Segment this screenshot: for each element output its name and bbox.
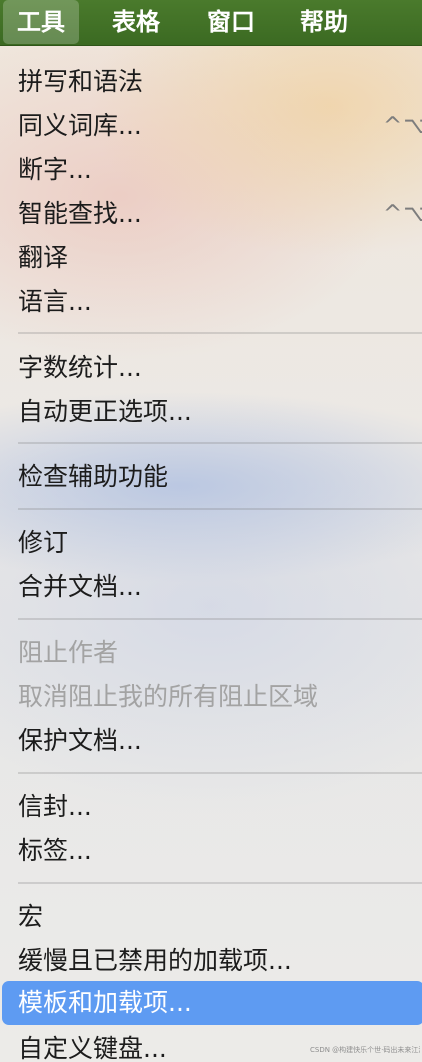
menu-item-label: 翻译 — [18, 243, 69, 272]
menu-item-label: 阻止作者 — [18, 638, 119, 667]
menu-separator — [18, 618, 422, 620]
menu-item-label: 修订 — [18, 528, 69, 557]
menu-separator — [18, 442, 422, 444]
menu-item-language[interactable]: 语言... — [0, 280, 422, 324]
menubar-help[interactable]: 帮助 — [286, 0, 362, 46]
menu-separator — [18, 882, 422, 884]
menu-item-autocorrect-options[interactable]: 自动更正选项... — [0, 390, 422, 434]
shortcut-hint: ^⌥ — [383, 201, 422, 227]
menu-item-merge-documents[interactable]: 合并文档... — [0, 565, 422, 609]
menu-separator — [18, 772, 422, 774]
menu-item-smart-lookup[interactable]: 智能查找... ^⌥ — [0, 192, 422, 236]
menu-item-slow-disabled-addins[interactable]: 缓慢且已禁用的加载项... — [0, 939, 422, 983]
menu-item-label: 标签... — [18, 836, 92, 865]
menu-item-track-changes[interactable]: 修订 — [0, 521, 422, 565]
menu-item-word-count[interactable]: 字数统计... — [0, 346, 422, 390]
menu-item-label: 宏 — [18, 902, 44, 931]
menu-bar: 工具 表格 窗口 帮助 — [0, 0, 422, 46]
menu-item-label: 同义词库... — [18, 111, 142, 140]
menu-item-protect-document[interactable]: 保护文档... — [0, 719, 422, 763]
menubar-tools[interactable]: 工具 — [3, 0, 79, 44]
menu-item-translate[interactable]: 翻译 — [0, 236, 422, 280]
menu-item-label: 语言... — [18, 287, 92, 316]
menu-item-label: 智能查找... — [18, 199, 142, 228]
menu-item-label: 保护文档... — [18, 726, 142, 755]
menu-item-label: 信封... — [18, 792, 92, 821]
menu-item-label: 模板和加载项... — [18, 988, 192, 1017]
menu-separator — [18, 332, 422, 334]
menubar-window[interactable]: 窗口 — [193, 0, 269, 46]
menu-item-unblock-all-areas: 取消阻止我的所有阻止区域 — [0, 675, 422, 719]
menu-item-hyphenation[interactable]: 断字... — [0, 148, 422, 192]
menu-item-label: 自动更正选项... — [18, 397, 192, 426]
menu-separator — [18, 508, 422, 510]
tools-dropdown-menu: 拼写和语法 同义词库... ^⌥ 断字... 智能查找... ^⌥ 翻译 语言.… — [0, 46, 422, 1062]
watermark: CSDN @构建快乐个世·码出未来江湖 — [310, 1046, 420, 1054]
menu-item-label: 合并文档... — [18, 572, 142, 601]
menu-item-label: 缓慢且已禁用的加载项... — [18, 946, 292, 975]
menu-item-check-accessibility[interactable]: 检查辅助功能 — [0, 455, 422, 499]
menu-item-label: 拼写和语法 — [18, 67, 144, 96]
menu-item-thesaurus[interactable]: 同义词库... ^⌥ — [0, 104, 422, 148]
menu-item-spelling-grammar[interactable]: 拼写和语法 — [0, 60, 422, 104]
shortcut-hint: ^⌥ — [383, 113, 422, 139]
menubar-table[interactable]: 表格 — [98, 0, 174, 46]
menu-item-label: 字数统计... — [18, 353, 142, 382]
menu-item-block-authors: 阻止作者 — [0, 631, 422, 675]
menu-item-envelopes[interactable]: 信封... — [0, 785, 422, 829]
menu-item-macro[interactable]: 宏 — [0, 895, 422, 939]
menu-item-labels[interactable]: 标签... — [0, 829, 422, 873]
menu-item-label: 断字... — [18, 155, 92, 184]
menu-item-label: 取消阻止我的所有阻止区域 — [18, 682, 319, 711]
menu-item-label: 检查辅助功能 — [18, 462, 169, 491]
menu-item-templates-addins[interactable]: 模板和加载项... — [2, 981, 422, 1025]
menu-item-label: 自定义键盘... — [18, 1034, 167, 1062]
